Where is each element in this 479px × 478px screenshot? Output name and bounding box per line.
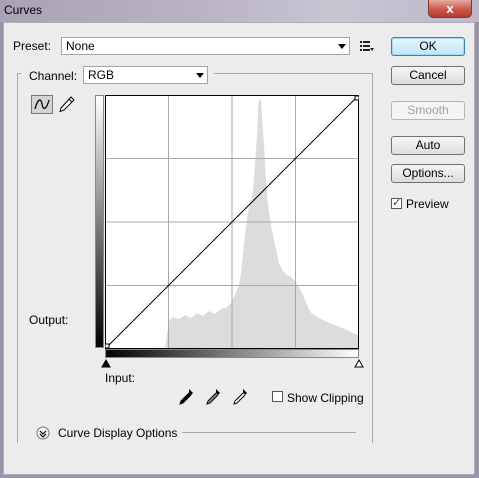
- preset-label: Preset:: [13, 39, 52, 53]
- output-label: Output:: [29, 313, 69, 327]
- close-icon: x: [446, 1, 454, 16]
- show-clipping-checkbox[interactable]: [272, 391, 283, 402]
- cancel-button[interactable]: Cancel: [391, 66, 465, 85]
- white-point-eyedropper-icon[interactable]: [232, 388, 248, 406]
- title-bar: Curves x: [0, 0, 479, 22]
- curve-points-icon: [34, 99, 50, 110]
- white-point-slider[interactable]: [354, 359, 364, 368]
- group-border-right: [372, 73, 373, 443]
- preset-dropdown[interactable]: None: [61, 37, 350, 55]
- curve-graph[interactable]: [105, 95, 359, 349]
- input-label: Input:: [105, 371, 136, 385]
- options-button[interactable]: Options...: [391, 164, 465, 183]
- curves-dialog: Preset: None Channel: RGB Output: Input:…: [3, 22, 475, 475]
- auto-button[interactable]: Auto: [391, 136, 465, 155]
- preview-label: Preview: [406, 197, 449, 211]
- close-button[interactable]: x: [428, 0, 472, 18]
- show-clipping-label: Show Clipping: [287, 391, 364, 405]
- curve-point-black[interactable]: [105, 343, 110, 349]
- smooth-button[interactable]: Smooth: [391, 101, 465, 120]
- preset-value: None: [66, 39, 95, 53]
- display-options-divider: [182, 432, 356, 433]
- channel-dropdown[interactable]: RGB: [83, 66, 208, 84]
- curve-point-white[interactable]: [354, 95, 359, 101]
- output-gradient-bar: [95, 95, 104, 348]
- pencil-icon[interactable]: [59, 96, 75, 113]
- black-point-slider[interactable]: [101, 359, 111, 368]
- preview-checkbox[interactable]: [391, 196, 402, 209]
- channel-value: RGB: [88, 68, 115, 82]
- chevron-down-icon: [338, 44, 346, 49]
- gray-point-eyedropper-icon[interactable]: [205, 388, 221, 406]
- black-point-eyedropper-icon[interactable]: [178, 388, 194, 406]
- group-border-top-right: [214, 73, 372, 74]
- expand-chevron-icon[interactable]: [36, 426, 50, 440]
- curve-tool-button[interactable]: [31, 95, 53, 114]
- preset-options-icon[interactable]: [360, 40, 374, 52]
- input-gradient-bar: [105, 349, 359, 358]
- channel-label: Channel:: [29, 69, 78, 83]
- curve-display-options-label[interactable]: Curve Display Options: [58, 426, 177, 440]
- chevron-down-icon: [196, 73, 204, 78]
- group-border-left: [17, 73, 18, 443]
- ok-button[interactable]: OK: [391, 37, 465, 56]
- window-title: Curves: [4, 3, 43, 17]
